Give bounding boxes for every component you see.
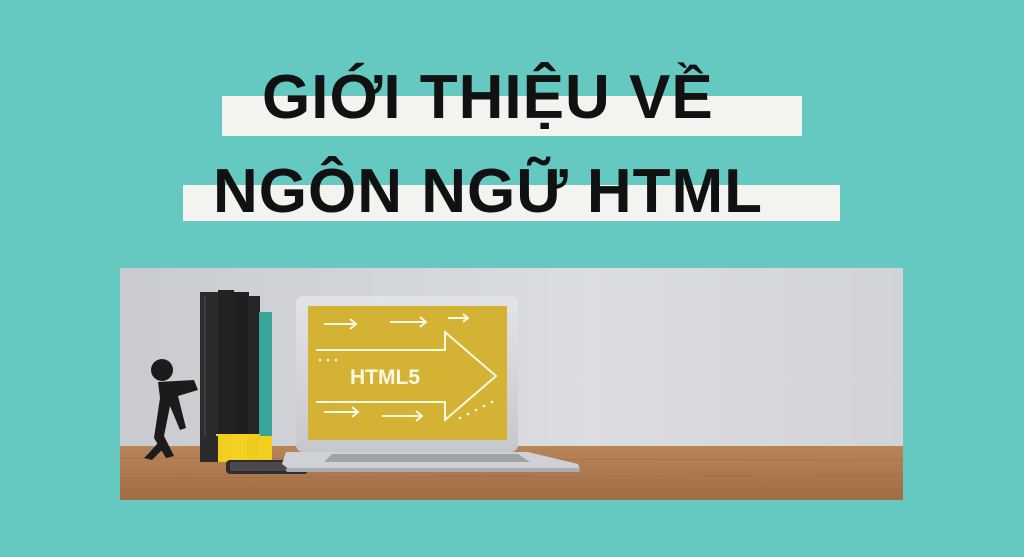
hero-photo: HTML5 (120, 268, 903, 500)
screen-html5-label: HTML5 (350, 366, 420, 389)
page-title-line-2: NGÔN NGỮ HTML (213, 157, 764, 226)
books-stack-icon (200, 290, 272, 462)
page-title-line-1: GIỚI THIỆU VỀ (262, 63, 714, 132)
